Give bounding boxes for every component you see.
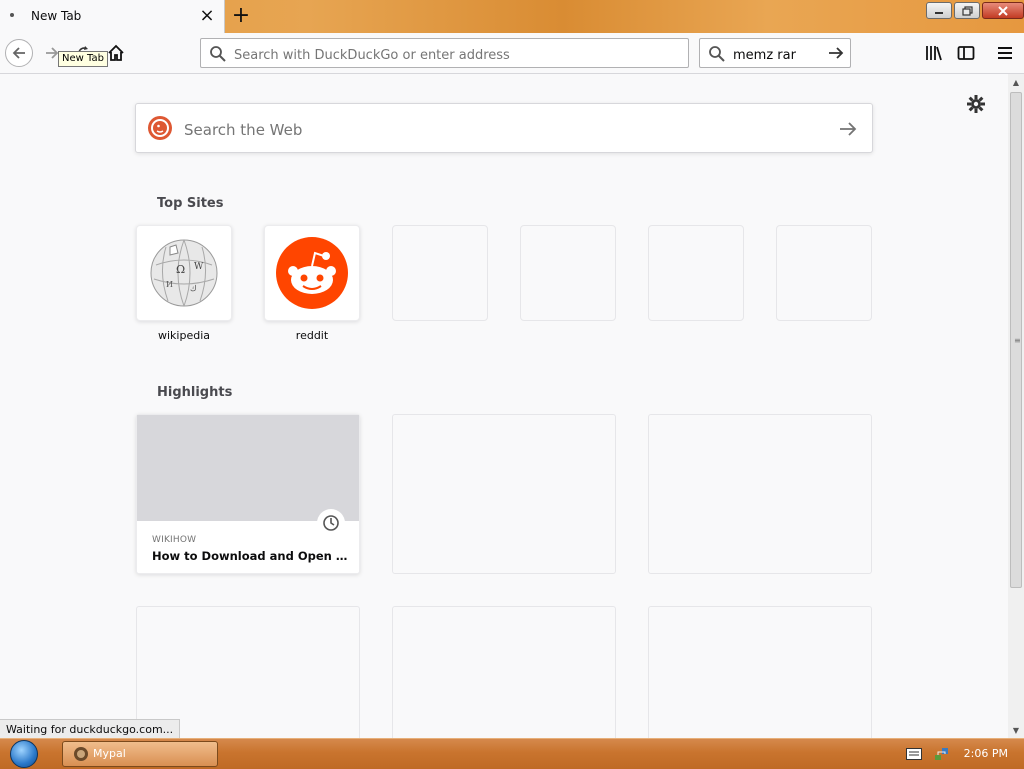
top-site-wikipedia[interactable]: Ω W И ك wikipedia — [136, 225, 232, 342]
taskbar-item-label: Mypal — [93, 747, 126, 760]
top-site-placeholder — [648, 225, 744, 321]
taskbar-item-mypal[interactable]: Mypal — [62, 741, 218, 767]
top-site-label: reddit — [295, 329, 329, 342]
tooltip: New Tab — [58, 51, 108, 67]
top-sites-heading: Top Sites — [157, 196, 224, 211]
windows-logo-icon — [10, 740, 38, 768]
tab-loading-indicator — [10, 13, 14, 17]
scroll-up-arrow-icon[interactable]: ▲ — [1008, 74, 1024, 90]
address-bar[interactable] — [200, 38, 689, 68]
tab-title: New Tab — [31, 9, 82, 23]
sidebar-icon — [957, 46, 975, 60]
home-icon — [108, 44, 124, 61]
minimize-icon — [935, 11, 943, 14]
highlight-preview-image — [137, 415, 359, 521]
search-input[interactable] — [731, 45, 823, 65]
top-site-tile[interactable]: Ω W И ك — [136, 225, 232, 321]
new-tab-button[interactable]: + — [230, 4, 252, 28]
new-tab-page: Top Sites Ω W И ك wikipedia — [0, 74, 1008, 738]
settings-button[interactable] — [966, 94, 986, 117]
search-icon — [709, 46, 725, 62]
scrollbar-thumb[interactable]: ≡ — [1010, 92, 1022, 588]
tab-new-tab[interactable]: New Tab × — [0, 0, 225, 34]
wikipedia-globe-icon: Ω W И ك — [150, 239, 218, 307]
mypal-app-icon — [74, 747, 88, 761]
library-icon — [926, 46, 942, 61]
sidebar-toggle-button[interactable] — [955, 42, 977, 64]
search-bar[interactable] — [699, 38, 851, 68]
vertical-scrollbar[interactable]: ▲ ≡ ▼ — [1008, 74, 1024, 738]
gear-icon — [967, 95, 985, 113]
top-site-empty — [776, 225, 872, 321]
top-site-placeholder — [392, 225, 488, 321]
svg-text:W: W — [194, 262, 204, 272]
highlight-placeholder — [648, 606, 872, 738]
top-site-empty — [520, 225, 616, 321]
taskbar: Mypal 2:06 PM — [0, 738, 1024, 769]
scroll-down-arrow-icon[interactable]: ▼ — [1008, 722, 1024, 738]
highlight-placeholder — [392, 414, 616, 574]
network-icon[interactable] — [934, 746, 950, 762]
highlight-card[interactable]: WIKIHOW How to Download and Open Torrent… — [136, 414, 360, 574]
top-site-empty — [392, 225, 488, 321]
restore-icon — [961, 5, 973, 16]
window-controls — [926, 2, 1024, 22]
back-arrow-icon — [12, 47, 25, 59]
search-icon — [210, 46, 226, 62]
tab-close-button[interactable]: × — [198, 4, 216, 28]
web-search-box[interactable] — [135, 103, 873, 153]
clock-icon — [317, 509, 345, 537]
search-submit-arrow-icon — [840, 122, 857, 136]
highlight-placeholder — [392, 606, 616, 738]
minimize-button[interactable] — [926, 2, 952, 19]
top-site-reddit[interactable]: reddit — [264, 225, 360, 342]
top-site-placeholder — [520, 225, 616, 321]
top-site-tile[interactable] — [264, 225, 360, 321]
title-bar: New Tab × + — [0, 0, 1024, 34]
duckduckgo-logo-icon — [148, 116, 172, 140]
back-button[interactable] — [5, 39, 33, 67]
library-button[interactable] — [923, 42, 945, 64]
hamburger-menu-icon — [998, 47, 1012, 59]
reddit-alien-icon — [276, 237, 348, 309]
svg-text:Ω: Ω — [176, 263, 185, 276]
restore-button[interactable] — [954, 2, 980, 19]
status-bar: Waiting for duckduckgo.com... — [0, 719, 181, 739]
highlight-title: How to Download and Open Torrent Files — [152, 549, 350, 563]
search-go-arrow-icon — [829, 47, 844, 59]
system-tray: 2:06 PM — [894, 739, 1024, 769]
navigation-toolbar — [0, 33, 1024, 74]
taskbar-clock[interactable]: 2:06 PM — [964, 747, 1008, 760]
top-site-empty — [648, 225, 744, 321]
web-search-input[interactable] — [182, 118, 826, 142]
svg-text:ك: ك — [190, 284, 197, 293]
close-window-button[interactable] — [982, 2, 1024, 19]
top-site-label: wikipedia — [157, 329, 210, 342]
highlight-source: WIKIHOW — [152, 535, 197, 545]
address-input[interactable] — [232, 45, 676, 65]
highlights-heading: Highlights — [157, 385, 233, 400]
menu-button[interactable] — [994, 42, 1016, 64]
top-site-placeholder — [776, 225, 872, 321]
svg-text:И: И — [166, 280, 173, 289]
highlight-placeholder — [648, 414, 872, 574]
keyboard-icon[interactable] — [906, 748, 922, 760]
grip-icon: ≡ — [1014, 336, 1021, 345]
start-button[interactable] — [4, 739, 44, 769]
close-icon — [998, 5, 1008, 16]
